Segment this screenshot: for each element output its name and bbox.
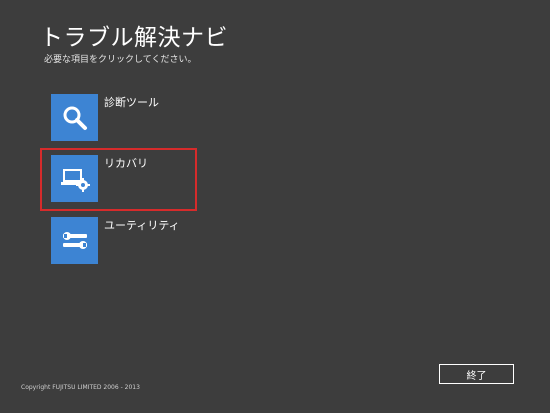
diagnostic-tool-tile[interactable] (51, 94, 98, 141)
menu-item-diagnostic-tool[interactable]: 診断ツール (51, 94, 291, 144)
wrench-icon (61, 229, 89, 253)
magnifier-icon (62, 105, 88, 131)
page-subtitle: 必要な項目をクリックしてください。 (44, 55, 197, 65)
menu-item-label: ユーティリティ (104, 219, 180, 232)
laptop-gear-icon (60, 166, 90, 192)
copyright-text: Copyright FUJITSU LIMITED 2006 - 2013 (21, 384, 140, 391)
menu-item-recovery[interactable]: リカバリ (51, 155, 291, 205)
recovery-tile[interactable] (51, 155, 98, 202)
menu-item-label: リカバリ (104, 157, 148, 170)
menu-item-label: 診断ツール (104, 96, 159, 109)
end-button[interactable]: 終了 (439, 364, 514, 384)
utility-tile[interactable] (51, 217, 98, 264)
menu-item-utility[interactable]: ユーティリティ (51, 217, 291, 267)
page-title: トラブル解決ナビ (40, 25, 228, 51)
trouble-navi-screen: トラブル解決ナビ 必要な項目をクリックしてください。 診断ツール リカバリ ユー… (0, 0, 550, 413)
